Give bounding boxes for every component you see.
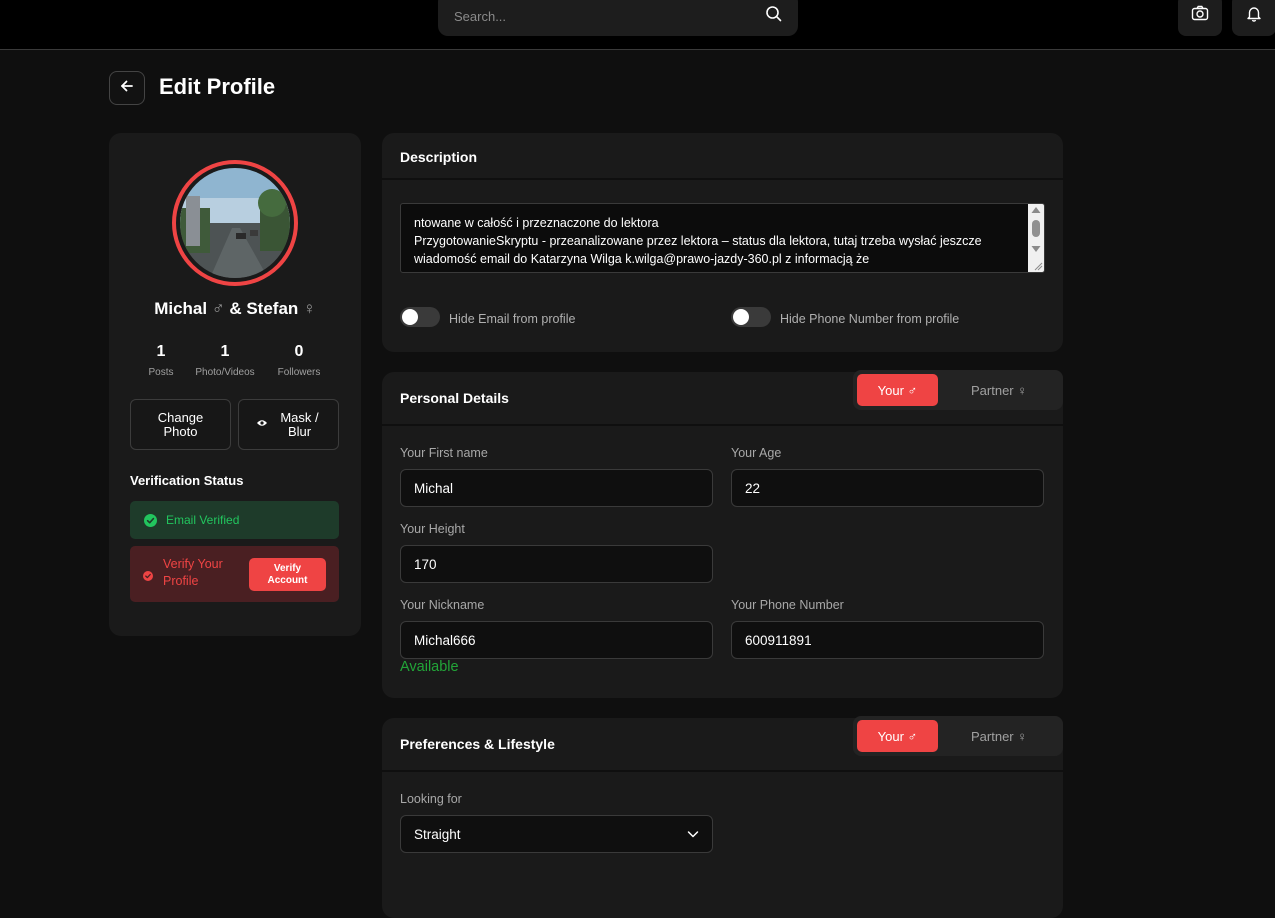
first-name-label: Your First name <box>400 446 488 460</box>
top-bar <box>0 0 1275 50</box>
camera-icon <box>1191 4 1209 27</box>
height-label: Your Height <box>400 522 465 536</box>
profile-card: Michal ♂ & Stefan ♀ 1 Posts 1 Photo/Vide… <box>109 133 361 636</box>
page-title: Edit Profile <box>159 74 276 99</box>
arrow-left-icon <box>120 79 134 98</box>
looking-for-value: Straight <box>414 827 461 842</box>
phone-label: Your Phone Number <box>731 598 844 612</box>
height-field[interactable] <box>400 545 713 583</box>
mask-blur-button[interactable]: Mask / Blur <box>238 399 339 450</box>
name-2: Stefan <box>246 299 299 318</box>
verify-account-button[interactable]: Verify Account <box>249 558 326 591</box>
preferences-title: Preferences & Lifestyle <box>400 736 555 752</box>
looking-for-select[interactable]: Straight <box>400 815 713 853</box>
stat-value: 0 <box>294 343 304 360</box>
nickname-field[interactable] <box>400 621 713 659</box>
tab-partner[interactable]: Partner ♀ <box>949 374 1049 406</box>
tab-your[interactable]: Your ♂ <box>857 374 938 406</box>
tab-partner[interactable]: Partner ♀ <box>949 720 1049 752</box>
chevron-down-icon <box>686 827 700 846</box>
profile-names: Michal ♂ & Stefan ♀ <box>109 299 361 319</box>
ampersand: & <box>229 299 242 318</box>
female-symbol: ♀ <box>303 299 316 318</box>
hide-email-toggle[interactable] <box>400 307 440 327</box>
preferences-tabs: Your ♂ Partner ♀ <box>853 716 1063 756</box>
email-verified-badge: Email Verified <box>130 501 339 539</box>
textarea-scrollbar[interactable] <box>1028 204 1044 272</box>
personal-details-title: Personal Details <box>400 390 509 406</box>
personal-tabs: Your ♂ Partner ♀ <box>853 370 1063 410</box>
hide-phone-toggle[interactable] <box>731 307 771 327</box>
eye-icon <box>256 417 268 432</box>
change-photo-button[interactable]: Change Photo <box>130 399 231 450</box>
search-input[interactable] <box>452 6 752 26</box>
verification-title: Verification Status <box>130 473 244 488</box>
bell-icon <box>1245 4 1263 27</box>
tab-your[interactable]: Your ♂ <box>857 720 938 752</box>
stat-value: 1 <box>220 343 230 360</box>
hide-email-label: Hide Email from profile <box>449 312 576 326</box>
stat-label: Photo/Videos <box>195 367 255 378</box>
notifications-button[interactable] <box>1232 0 1275 36</box>
preferences-card: Preferences & Lifestyle Your ♂ Partner ♀… <box>382 716 1063 918</box>
age-label: Your Age <box>731 446 782 460</box>
stat-followers: 0 Followers <box>259 343 339 378</box>
description-title: Description <box>400 149 478 165</box>
phone-field[interactable] <box>731 621 1044 659</box>
verify-profile-box: Verify Your Profile Verify Account <box>130 546 339 602</box>
check-circle-icon <box>143 568 153 586</box>
stat-photo-videos: 1 Photo/Videos <box>185 343 265 378</box>
personal-details-card: Personal Details Your ♂ Partner ♀ Your F… <box>382 370 1063 698</box>
check-circle-icon <box>144 513 157 527</box>
avatar-photo <box>180 168 290 278</box>
male-symbol: ♂ <box>211 299 225 318</box>
age-field[interactable] <box>731 469 1044 507</box>
search-bar <box>438 0 798 36</box>
nickname-label: Your Nickname <box>400 598 485 612</box>
avatar[interactable] <box>172 160 298 286</box>
mask-blur-label: Mask / Blur <box>280 409 319 439</box>
nickname-status: Available <box>400 659 459 675</box>
change-photo-label: Change Photo <box>157 409 204 439</box>
stat-label: Followers <box>277 367 321 378</box>
verify-profile-label: Verify Your Profile <box>163 557 223 588</box>
hide-phone-label: Hide Phone Number from profile <box>780 312 960 326</box>
description-card: Description ntowane w całość i przeznacz… <box>382 133 1063 352</box>
email-verified-label: Email Verified <box>166 513 240 527</box>
description-header: Description <box>382 133 1063 180</box>
back-button[interactable] <box>109 71 145 105</box>
looking-for-label: Looking for <box>400 792 462 806</box>
search-icon[interactable] <box>764 4 784 24</box>
camera-button[interactable] <box>1178 0 1222 36</box>
first-name-field[interactable] <box>400 469 713 507</box>
verify-account-label: Verify Account <box>267 562 308 586</box>
description-textarea[interactable]: ntowane w całość i przeznaczone do lekto… <box>400 203 1045 273</box>
name-1: Michal <box>154 299 208 318</box>
description-text: ntowane w całość i przeznaczone do lekto… <box>414 216 982 266</box>
